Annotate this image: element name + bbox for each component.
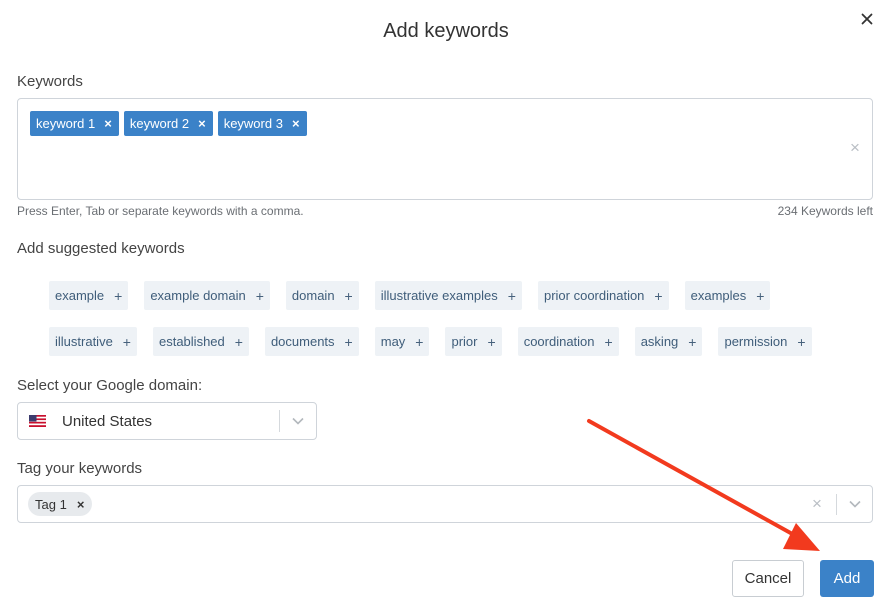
suggested-keyword-label: may (380, 334, 406, 349)
suggested-keyword-label: illustrative (55, 334, 113, 349)
suggested-keyword-label: asking (640, 334, 679, 349)
keywords-left-count: 234 Keywords left (777, 204, 873, 218)
suggested-keyword-chip[interactable]: established + (152, 327, 249, 356)
dialog-title: Add keywords (383, 20, 509, 42)
plus-icon: + (344, 333, 353, 350)
plus-icon: + (344, 287, 353, 304)
select-separator (836, 494, 837, 515)
tag-pill: Tag 1 × (28, 492, 93, 516)
tag-pill-label: Tag 1 (35, 496, 67, 512)
suggested-keyword-chip[interactable]: domain + (285, 281, 359, 310)
suggested-keyword-chip[interactable]: example domain + (144, 281, 270, 310)
suggested-keyword-label: examples (690, 288, 747, 303)
suggested-keyword-chip[interactable]: may + (374, 327, 430, 356)
keyword-tag: keyword 1 × (30, 111, 119, 136)
remove-tag-icon[interactable]: × (77, 497, 85, 512)
google-domain-select[interactable]: United States (17, 402, 317, 440)
remove-keyword-icon[interactable]: × (292, 116, 300, 131)
suggested-keyword-label: illustrative examples (380, 288, 498, 303)
suggested-keyword-chip[interactable]: documents + (264, 327, 359, 356)
us-flag-icon (29, 415, 46, 427)
keyword-tag-label: keyword 2 (129, 116, 190, 131)
close-icon (861, 13, 873, 25)
keyword-tag-label: keyword 1 (36, 116, 96, 131)
plus-icon: + (122, 333, 131, 350)
keyword-tag: keyword 3 × (217, 111, 307, 136)
keyword-tag-label: keyword 3 (223, 116, 283, 131)
suggested-keywords-label: Add suggested keywords (17, 240, 185, 257)
suggested-keyword-chip[interactable]: examples + (684, 281, 771, 310)
plus-icon: + (507, 287, 516, 304)
suggested-keyword-chip[interactable]: example + (49, 281, 129, 310)
selected-domain: United States (62, 412, 153, 430)
chevron-down-icon[interactable] (838, 486, 872, 522)
keywords-label: Keywords (17, 73, 83, 90)
suggested-keywords-row: illustrative + established + documents + ma… (49, 327, 828, 356)
suggested-keyword-label: example (55, 288, 105, 303)
remove-keyword-icon[interactable]: × (198, 116, 206, 131)
add-keywords-dialog: Add keywords Keywords keyword 1 × keywor… (0, 0, 892, 614)
plus-icon: + (756, 287, 765, 304)
suggested-keyword-chip[interactable]: prior coordination + (537, 281, 669, 310)
plus-icon: + (234, 333, 243, 350)
cancel-button[interactable]: Cancel (732, 560, 804, 597)
suggested-keywords-row: example + example domain + domain + illustr… (49, 281, 786, 310)
clear-keywords-icon[interactable]: × (846, 138, 864, 157)
chevron-down-icon[interactable] (280, 402, 316, 440)
plus-icon: + (487, 333, 496, 350)
plus-icon: + (415, 333, 424, 350)
keywords-hint: Press Enter, Tab or separate keywords wi… (17, 204, 304, 218)
tag-keywords-label: Tag your keywords (17, 460, 143, 477)
suggested-keyword-label: permission (724, 334, 788, 349)
keyword-tag-list: keyword 1 × keyword 2 × keyword 3 × (30, 111, 307, 136)
suggested-keyword-chip[interactable]: illustrative examples + (374, 281, 522, 310)
suggested-keyword-label: established (158, 334, 225, 349)
suggested-keyword-label: documents (270, 334, 335, 349)
suggested-keyword-label: coordination (523, 334, 595, 349)
keywords-input[interactable]: keyword 1 × keyword 2 × keyword 3 × × (17, 98, 873, 200)
suggested-keyword-chip[interactable]: coordination + (517, 327, 619, 356)
tag-keywords-input[interactable]: Tag 1 × × (17, 485, 873, 523)
plus-icon: + (654, 287, 663, 304)
suggested-keyword-chip[interactable]: asking + (634, 327, 703, 356)
suggested-keyword-chip[interactable]: permission + (718, 327, 812, 356)
plus-icon: + (604, 333, 613, 350)
suggested-keyword-label: prior coordination (543, 288, 645, 303)
plus-icon: + (797, 333, 806, 350)
google-domain-label: Select your Google domain: (17, 377, 203, 394)
plus-icon: + (255, 287, 264, 304)
suggested-keyword-chip[interactable]: prior + (445, 327, 502, 356)
clear-tags-icon[interactable]: × (808, 494, 826, 513)
suggested-keyword-chip[interactable]: illustrative + (49, 327, 137, 356)
remove-keyword-icon[interactable]: × (104, 116, 112, 131)
keyword-tag: keyword 2 × (123, 111, 213, 136)
suggested-keyword-label: prior (451, 334, 478, 349)
close-button[interactable] (856, 8, 878, 30)
suggested-keyword-label: example domain (150, 288, 246, 303)
plus-icon: + (688, 333, 697, 350)
suggested-keyword-label: domain (291, 288, 335, 303)
add-button[interactable]: Add (820, 560, 874, 597)
plus-icon: + (114, 287, 123, 304)
